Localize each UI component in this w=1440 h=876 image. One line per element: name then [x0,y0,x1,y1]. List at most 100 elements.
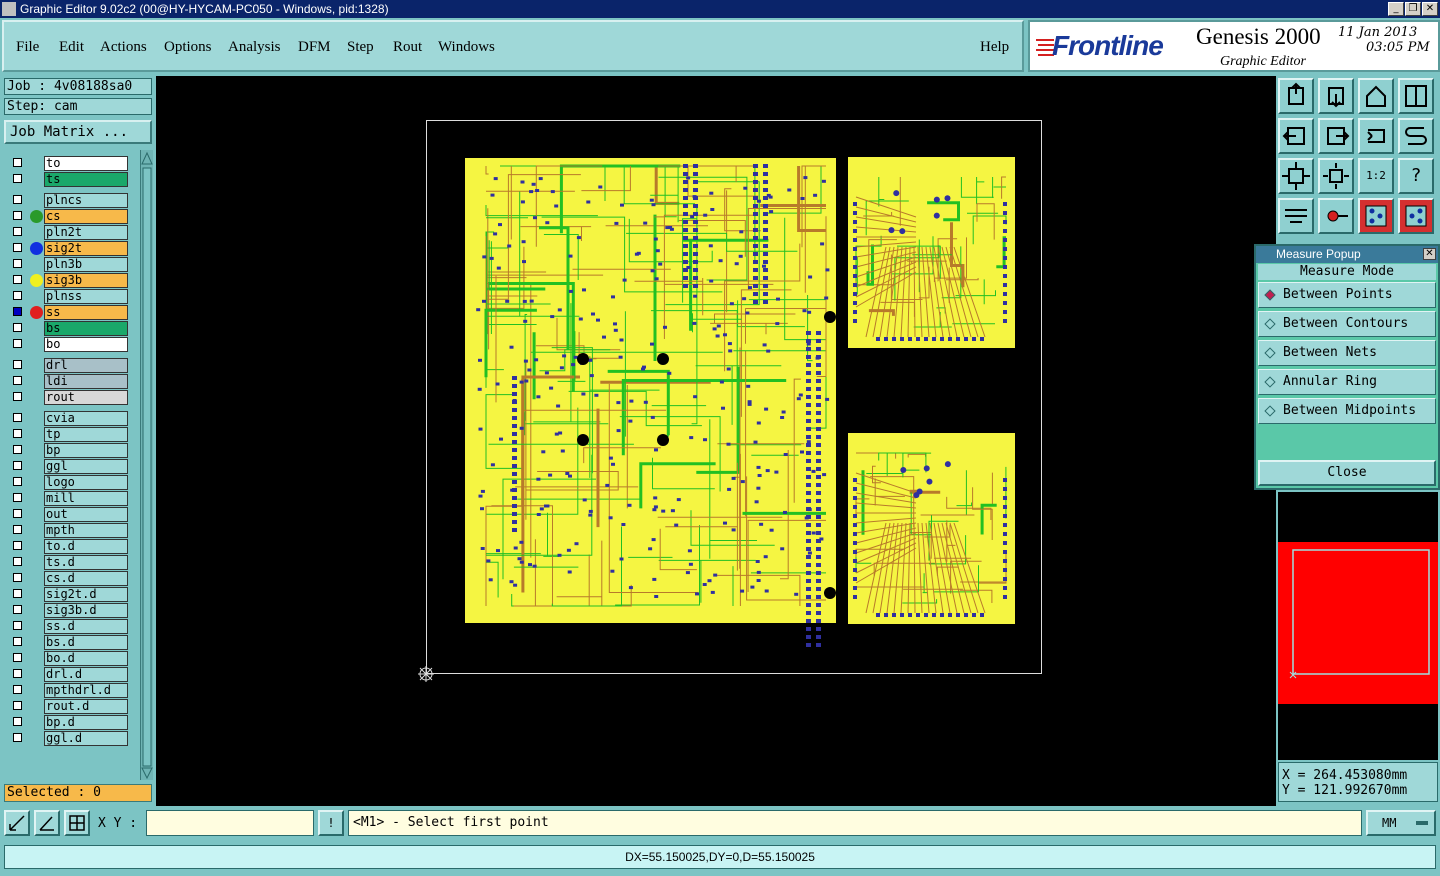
tool-settings-button[interactable] [1278,198,1314,234]
info-button[interactable]: ! [318,810,344,836]
layer-checkbox[interactable] [13,429,22,438]
layer-checkbox[interactable] [13,291,22,300]
layer-row-mpthdrl-d[interactable]: mpthdrl.d [8,683,128,698]
layer-row-cvia[interactable]: cvia [8,411,128,426]
layer-row-drl-d[interactable]: drl.d [8,667,128,682]
layer-row-tp[interactable]: tp [8,427,128,442]
angle-tool-button[interactable] [34,810,60,836]
layer-checkbox[interactable] [13,509,22,518]
layer-row-mill[interactable]: mill [8,491,128,506]
menu-actions[interactable]: Actions [100,39,147,56]
layer-row-out[interactable]: out [8,507,128,522]
layer-row-plncs[interactable]: plncs [8,193,128,208]
pan-down-button[interactable] [1318,78,1354,114]
layer-checkbox[interactable] [13,557,22,566]
measure-option-between-nets[interactable]: Between Nets [1258,340,1436,366]
layer-checkbox[interactable] [13,158,22,167]
home-view-button[interactable] [1358,78,1394,114]
zoom-fit-button[interactable] [1278,158,1314,194]
measure-option-between-points[interactable]: Between Points [1258,282,1436,308]
layer-row-logo[interactable]: logo [8,475,128,490]
layer-checkbox[interactable] [13,461,22,470]
layer-checkbox[interactable] [13,445,22,454]
measure-option-annular-ring[interactable]: Annular Ring [1258,369,1436,395]
layer-row-cs[interactable]: cs [8,209,128,224]
layer-row-ggl[interactable]: ggl [8,459,128,474]
layer-checkbox[interactable] [13,339,22,348]
layer-checkbox[interactable] [13,360,22,369]
zoom-center-button[interactable] [1318,158,1354,194]
net-compare-button[interactable] [1398,198,1434,234]
menu-analysis[interactable]: Analysis [228,39,281,56]
layer-row-rout[interactable]: rout [8,390,128,405]
layer-row-sig2t[interactable]: sig2t [8,241,128,256]
layer-list-scrollbar[interactable] [140,150,153,780]
layer-checkbox[interactable] [13,477,22,486]
layer-row-to-d[interactable]: to.d [8,539,128,554]
menu-help[interactable]: Help [980,39,1009,56]
layer-checkbox[interactable] [13,685,22,694]
layer-row-bo-d[interactable]: bo.d [8,651,128,666]
layer-row-mpth[interactable]: mpth [8,523,128,538]
layer-row-pln2t[interactable]: pln2t [8,225,128,240]
minimize-button[interactable]: _ [1388,2,1404,16]
layer-checkbox[interactable] [13,275,22,284]
layer-checkbox[interactable] [13,227,22,236]
layer-row-drl[interactable]: drl [8,358,128,373]
layer-row-ggl-d[interactable]: ggl.d [8,731,128,746]
layer-row-pln3b[interactable]: pln3b [8,257,128,272]
layer-row-bo[interactable]: bo [8,337,128,352]
measure-popup-close-icon[interactable]: ✕ [1423,248,1436,260]
restore-button[interactable]: ❐ [1405,2,1421,16]
pan-right-button[interactable] [1318,118,1354,154]
layer-row-sig3b[interactable]: sig3b [8,273,128,288]
layer-row-bs-d[interactable]: bs.d [8,635,128,650]
measure-option-between-contours[interactable]: Between Contours [1258,311,1436,337]
snap-button[interactable] [1398,118,1434,154]
measure-option-between-midpoints[interactable]: Between Midpoints [1258,398,1436,424]
layer-checkbox[interactable] [13,413,22,422]
layer-row-ss[interactable]: ss [8,305,128,320]
layer-row-plnss[interactable]: plnss [8,289,128,304]
menu-dfm[interactable]: DFM [298,39,331,56]
net-highlight-button[interactable] [1358,198,1394,234]
pan-left-button[interactable] [1278,118,1314,154]
layer-row-sig2t-d[interactable]: sig2t.d [8,587,128,602]
menu-rout[interactable]: Rout [393,39,422,56]
layer-checkbox[interactable] [13,525,22,534]
layer-row-sig3b-d[interactable]: sig3b.d [8,603,128,618]
layer-checkbox[interactable] [13,589,22,598]
menu-step[interactable]: Step [347,39,374,56]
layer-checkbox[interactable] [13,701,22,710]
graphic-canvas[interactable] [156,76,1276,806]
layer-row-to[interactable]: to [8,156,128,171]
layer-checkbox[interactable] [13,541,22,550]
zoom-ratio-button[interactable]: 1:2 [1358,158,1394,194]
layer-checkbox[interactable] [13,376,22,385]
overview-map[interactable] [1278,492,1438,760]
layer-checkbox[interactable] [13,243,22,252]
menu-options[interactable]: Options [164,39,212,56]
measure-tool-button[interactable] [4,810,30,836]
layer-row-bp[interactable]: bp [8,443,128,458]
menu-file[interactable]: File [16,39,39,56]
menu-windows[interactable]: Windows [438,39,495,56]
layer-row-ldi[interactable]: ldi [8,374,128,389]
redraw-button[interactable] [1358,118,1394,154]
close-window-button[interactable]: ✕ [1422,2,1438,16]
layer-checkbox[interactable] [13,653,22,662]
layer-checkbox[interactable] [13,195,22,204]
layer-row-ss-d[interactable]: ss.d [8,619,128,634]
measure-close-button[interactable]: Close [1258,460,1436,486]
grid-tool-button[interactable] [64,810,90,836]
layer-row-ts-d[interactable]: ts.d [8,555,128,570]
layer-checkbox[interactable] [13,323,22,332]
layer-checkbox[interactable] [13,573,22,582]
layer-checkbox[interactable] [13,669,22,678]
layer-checkbox[interactable] [13,637,22,646]
layer-checkbox[interactable] [13,493,22,502]
layer-checkbox[interactable] [13,211,22,220]
layer-checkbox[interactable] [13,717,22,726]
pan-up-button[interactable] [1278,78,1314,114]
layer-checkbox[interactable] [13,174,22,183]
